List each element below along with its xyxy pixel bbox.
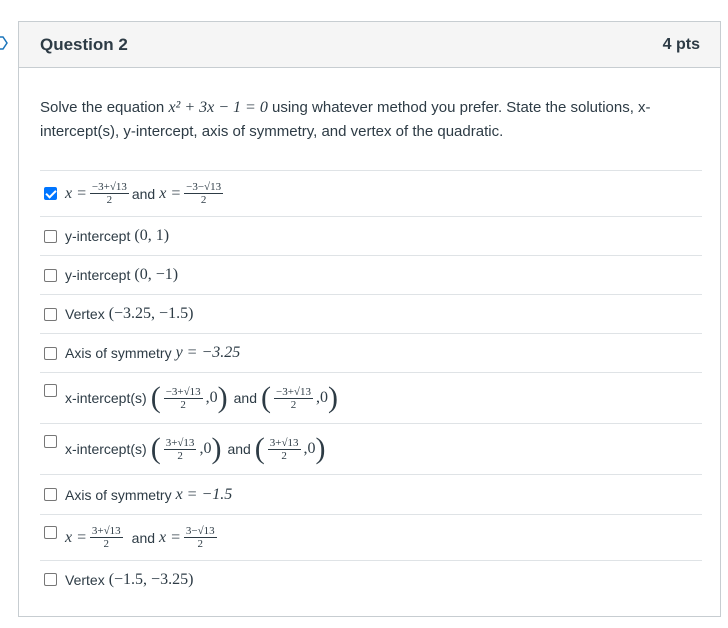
fraction-numerator: 3+√13 — [267, 436, 301, 450]
answer-fraction: 3+√13 2 — [267, 436, 301, 462]
point-zero: 0 — [209, 389, 218, 406]
answer-label: y-intercept — [65, 228, 131, 244]
answer-fraction: 3−√13 2 — [183, 525, 217, 550]
point-zero: 0 — [319, 389, 328, 406]
fraction-denominator: 2 — [281, 449, 287, 462]
answer-fraction: −3+√13 2 — [163, 385, 203, 411]
answer-math: (0, −1) — [134, 266, 179, 283]
answer-label: Vertex — [65, 571, 105, 588]
answer-checkbox[interactable] — [44, 488, 57, 501]
fraction-denominator: 2 — [200, 194, 207, 206]
answer-label: Axis of symmetry — [65, 486, 172, 503]
fraction-denominator: 2 — [180, 398, 186, 411]
left-paren: ( — [254, 432, 265, 465]
answer-math: (0, 1) — [134, 227, 170, 244]
answer-checkbox[interactable] — [44, 229, 57, 243]
answer-label: x-intercept(s) — [65, 390, 147, 406]
prompt-equation: x² + 3x − 1 = 0 — [168, 99, 268, 116]
answer-math: y = −3.25 — [175, 344, 241, 361]
answer-and: and — [227, 441, 251, 457]
fraction-denominator: 2 — [197, 538, 204, 550]
answer-checkbox[interactable] — [44, 384, 57, 397]
right-paren: ) — [315, 432, 326, 465]
left-paren: ( — [150, 432, 161, 465]
answer-checkbox[interactable] — [44, 435, 57, 448]
answer-option[interactable]: Vertex (−3.25, −1.5) — [40, 294, 702, 333]
fraction-denominator: 2 — [177, 449, 183, 462]
left-paren: ( — [150, 381, 161, 414]
answer-checkbox[interactable] — [44, 268, 57, 282]
fraction-numerator: −3−√13 — [184, 181, 224, 194]
answer-math: x = −1.5 — [175, 485, 233, 503]
question-points: 4 pts — [662, 35, 700, 53]
answer-option[interactable]: y-intercept (0, −1) — [40, 255, 702, 294]
answer-checkbox[interactable] — [44, 307, 57, 321]
answer-option[interactable]: Vertex (−1.5, −3.25) — [40, 560, 702, 598]
answer-option[interactable]: x-intercept(s) ( 3+√13 2 , 0 ) and ( 3+√… — [40, 423, 702, 474]
answer-fraction: 3+√13 2 — [163, 436, 197, 462]
point-zero: 0 — [203, 440, 212, 457]
answer-x-equals: x = — [65, 184, 87, 202]
answer-fraction: −3−√13 2 — [184, 181, 224, 206]
answer-checkbox[interactable] — [44, 346, 57, 360]
fraction-denominator: 2 — [103, 538, 110, 550]
answer-x-equals: x = — [159, 528, 181, 546]
answer-math: (−3.25, −1.5) — [108, 305, 194, 322]
point-zero: 0 — [307, 440, 316, 457]
fraction-numerator: −3+√13 — [163, 385, 203, 399]
fraction-denominator: 2 — [106, 194, 113, 206]
answer-label: x-intercept(s) — [65, 441, 147, 457]
prompt-text-before: Solve the equation — [40, 99, 169, 116]
fraction-numerator: −3+√13 — [274, 385, 313, 399]
answer-x-equals: x = — [159, 184, 182, 202]
fraction-numerator: −3+√13 — [89, 181, 129, 194]
answer-and: and — [131, 529, 156, 546]
answer-option[interactable]: x = −3+√13 2 and x = −3−√13 2 — [40, 170, 702, 216]
left-paren: ( — [261, 381, 271, 414]
answer-option[interactable]: Axis of symmetry y = −3.25 — [40, 333, 702, 372]
answer-option[interactable]: x = 3+√13 2 and x = 3−√13 2 — [40, 514, 702, 560]
answer-and: and — [233, 390, 257, 406]
right-paren: ) — [211, 432, 222, 465]
answer-fraction: −3+√13 2 — [89, 181, 129, 206]
fraction-numerator: 3−√13 — [183, 525, 217, 538]
answer-math: (−1.5, −3.25) — [108, 570, 194, 588]
question-header: Question 2 4 pts — [19, 22, 720, 68]
answer-checkbox[interactable] — [44, 573, 57, 586]
question-flag-icon — [0, 36, 8, 50]
fraction-denominator: 2 — [290, 398, 297, 411]
answer-point: ( −3+√13 2 , 0 ) — [261, 383, 338, 413]
answer-point: ( 3+√13 2 , 0 ) — [151, 434, 222, 464]
answer-point: ( −3+√13 2 , 0 ) — [151, 383, 228, 413]
answer-checkbox[interactable] — [44, 526, 57, 539]
answer-label: Axis of symmetry — [65, 345, 172, 361]
fraction-numerator: 3+√13 — [89, 525, 123, 538]
answer-label: Vertex — [65, 306, 105, 322]
question-prompt: Solve the equation x² + 3x − 1 = 0 using… — [19, 68, 720, 144]
right-paren: ) — [327, 381, 338, 414]
answer-fraction: 3+√13 2 — [89, 525, 123, 550]
answer-x-equals: x = — [65, 528, 87, 546]
answer-label: y-intercept — [65, 267, 131, 283]
answer-checkbox[interactable] — [44, 187, 57, 200]
fraction-numerator: 3+√13 — [163, 436, 197, 450]
right-paren: ) — [217, 381, 228, 414]
answer-option[interactable]: x-intercept(s) ( −3+√13 2 , 0 ) and ( −3… — [40, 372, 702, 423]
answer-option[interactable]: y-intercept (0, 1) — [40, 216, 702, 255]
question-card: Question 2 4 pts Solve the equation x² +… — [18, 21, 721, 617]
answer-option[interactable]: Axis of symmetry x = −1.5 — [40, 474, 702, 514]
answer-point: ( 3+√13 2 , 0 ) — [255, 434, 326, 464]
answer-fraction: −3+√13 2 — [274, 386, 313, 411]
answer-and: and — [131, 185, 156, 202]
question-title: Question 2 — [40, 34, 128, 54]
answer-list: x = −3+√13 2 and x = −3−√13 2 y-intercep… — [40, 170, 702, 598]
